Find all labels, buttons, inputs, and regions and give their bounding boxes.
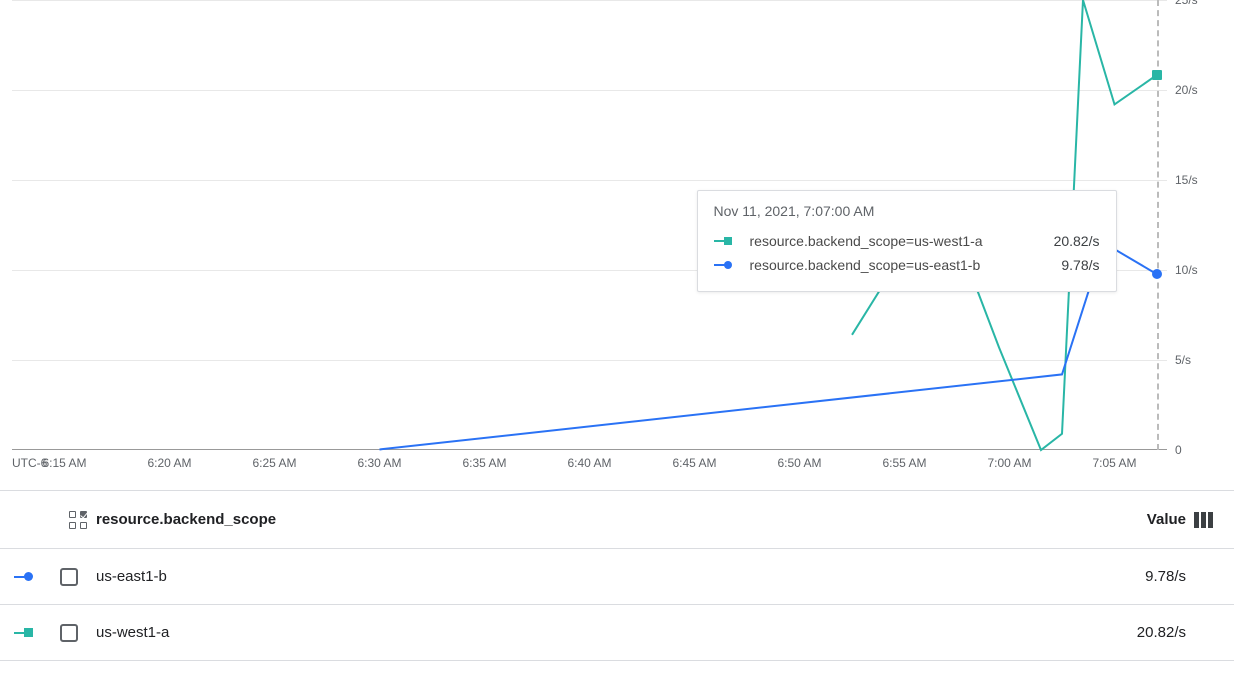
x-axis-tick-label: 6:30 AM [357, 456, 401, 470]
x-axis-tick-label: 6:55 AM [882, 456, 926, 470]
columns-icon[interactable] [1194, 512, 1213, 528]
tooltip-series-value: 20.82/s [1054, 233, 1100, 249]
x-axis-tick-label: 6:50 AM [777, 456, 821, 470]
legend-header-value[interactable]: Value [1056, 511, 1186, 528]
series-swatch-icon [14, 572, 33, 581]
hover-tooltip: Nov 11, 2021, 7:07:00 AM resource.backen… [697, 190, 1117, 292]
hover-cursor-line [1157, 0, 1159, 450]
tooltip-series-value: 9.78/s [1061, 257, 1099, 273]
series-swatch-icon [14, 628, 33, 637]
y-axis-tick-label: 20/s [1175, 83, 1198, 97]
x-axis-tick-label: 6:20 AM [147, 456, 191, 470]
tooltip-series-label: resource.backend_scope=us-west1-a [750, 233, 1024, 249]
legend-series-label: us-west1-a [96, 624, 1056, 641]
x-axis-tick-label: 6:45 AM [672, 456, 716, 470]
series-visibility-checkbox[interactable] [60, 624, 78, 642]
y-axis-tick-label: 0 [1175, 443, 1182, 457]
series-swatch-icon [714, 261, 740, 269]
x-axis-tick-label: 6:25 AM [252, 456, 296, 470]
legend-series-value: 9.78/s [1056, 568, 1186, 585]
legend-header-label[interactable]: resource.backend_scope [96, 511, 1056, 528]
y-axis-tick-label: 10/s [1175, 263, 1198, 277]
y-axis-tick-label: 25/s [1175, 0, 1198, 7]
x-axis-tick-label: 6:35 AM [462, 456, 506, 470]
plot-area[interactable]: Nov 11, 2021, 7:07:00 AM resource.backen… [12, 0, 1167, 450]
x-axis-tick-label: 6:15 AM [42, 456, 86, 470]
x-axis-tick-label: 7:00 AM [987, 456, 1031, 470]
hover-point-marker [1152, 70, 1162, 80]
legend-table: resource.backend_scope Value us-east1-b … [0, 490, 1234, 661]
group-by-icon[interactable] [69, 511, 87, 529]
chart-area[interactable]: Nov 11, 2021, 7:07:00 AM resource.backen… [0, 0, 1234, 490]
tooltip-series-label: resource.backend_scope=us-east1-b [750, 257, 1032, 273]
legend-row[interactable]: us-east1-b 9.78/s [0, 549, 1234, 605]
legend-header-row: resource.backend_scope Value [0, 491, 1234, 549]
y-axis-tick-label: 5/s [1175, 353, 1191, 367]
hover-point-marker [1152, 269, 1162, 279]
tooltip-row: resource.backend_scope=us-west1-a 20.82/… [714, 229, 1100, 253]
series-visibility-checkbox[interactable] [60, 568, 78, 586]
legend-row[interactable]: us-west1-a 20.82/s [0, 605, 1234, 661]
series-swatch-icon [714, 237, 740, 245]
y-axis-tick-label: 15/s [1175, 173, 1198, 187]
tooltip-row: resource.backend_scope=us-east1-b 9.78/s [714, 253, 1100, 277]
x-axis-tick-label: 6:40 AM [567, 456, 611, 470]
x-axis-tick-label: 7:05 AM [1092, 456, 1136, 470]
legend-series-value: 20.82/s [1056, 624, 1186, 641]
legend-series-label: us-east1-b [96, 568, 1056, 585]
tooltip-timestamp: Nov 11, 2021, 7:07:00 AM [714, 203, 1100, 219]
